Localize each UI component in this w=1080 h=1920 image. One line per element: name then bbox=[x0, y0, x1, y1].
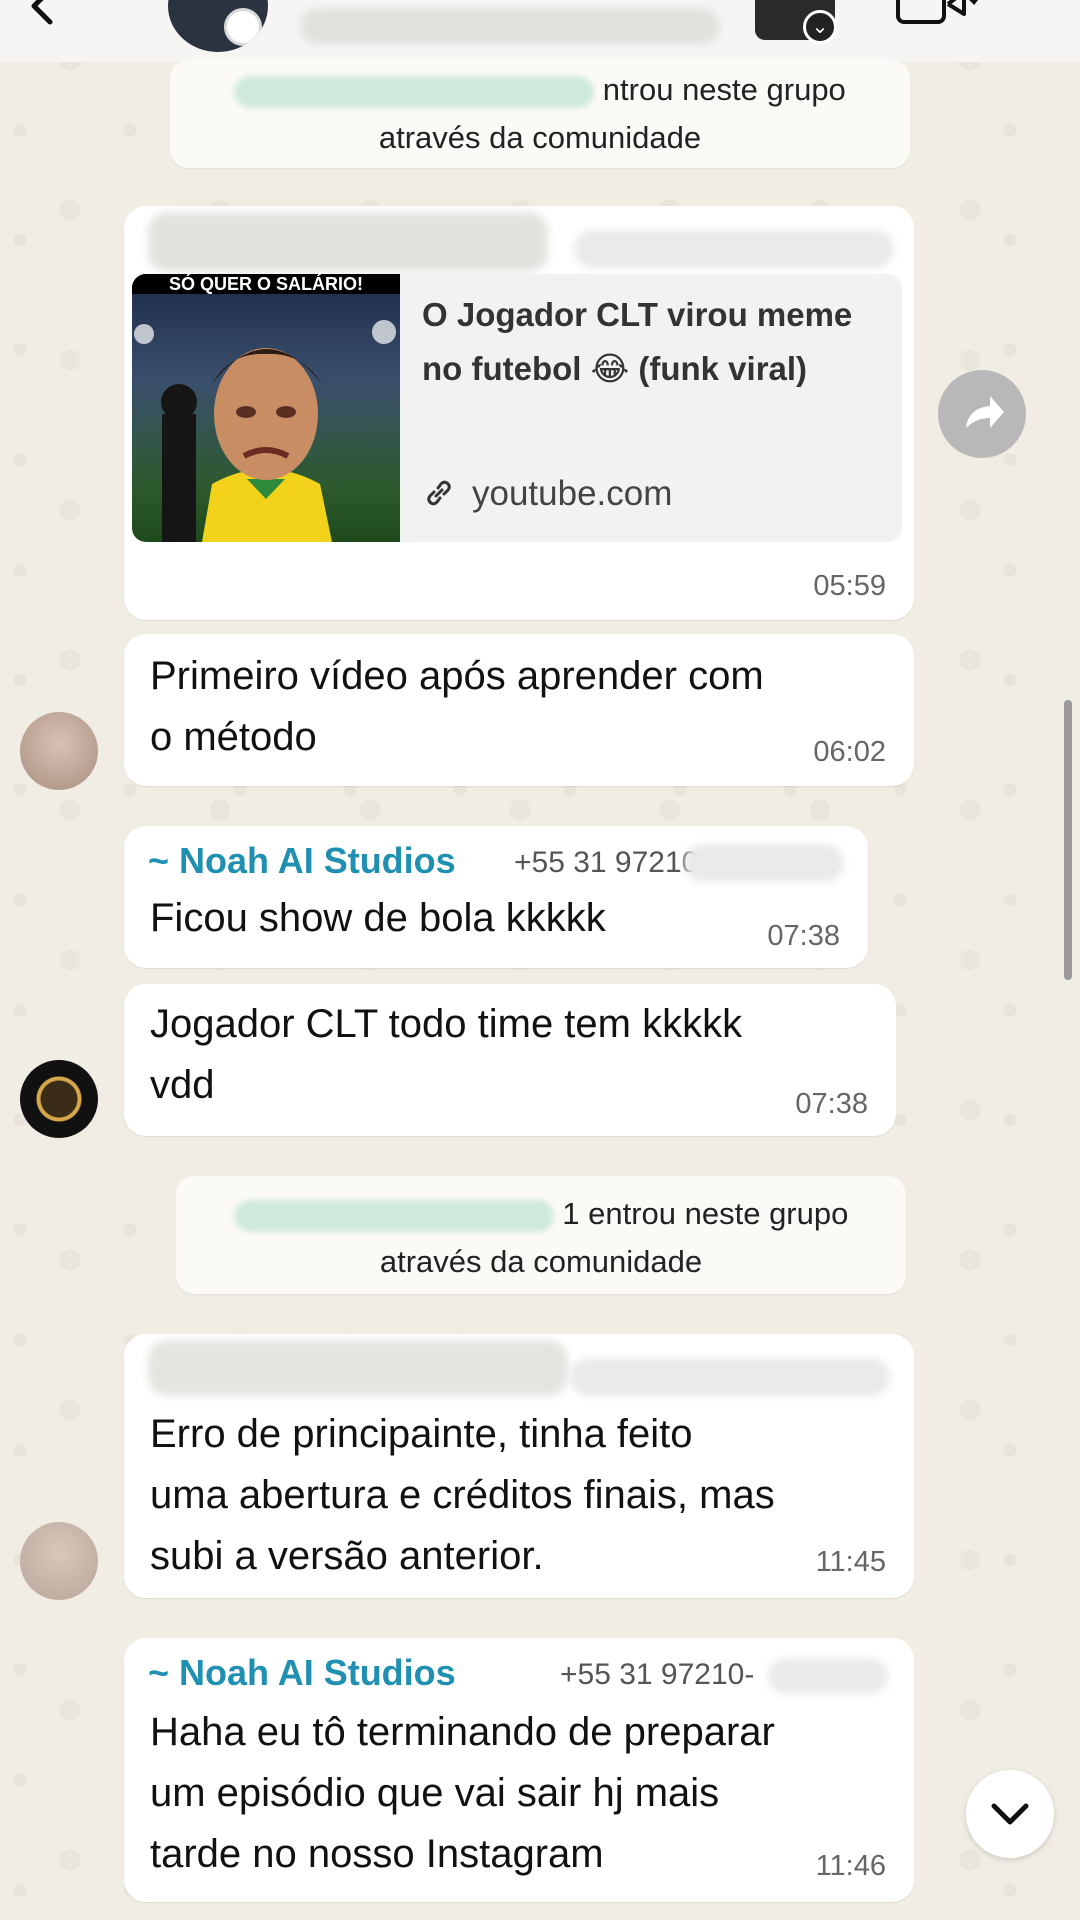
forward-icon bbox=[966, 396, 1004, 428]
chevron-left-icon[interactable] bbox=[22, 0, 62, 26]
thumbnail-image: SÓ QUER O SALÁRIO! bbox=[132, 274, 400, 542]
redacted-phone bbox=[684, 844, 844, 882]
message-bubble[interactable]: ~ Noah AI Studios +55 31 97210- Haha eu … bbox=[124, 1638, 914, 1902]
message-line: o método bbox=[150, 715, 317, 759]
message-line: Erro de principainte, tinha feito bbox=[150, 1412, 693, 1456]
avatar[interactable] bbox=[20, 712, 98, 790]
link-preview[interactable]: SÓ QUER O SALÁRIO! O Jogador CLT virou m… bbox=[132, 274, 902, 542]
system-message-line2: através da comunidade bbox=[379, 1244, 703, 1279]
chat-header: ⌄ bbox=[0, 0, 1080, 62]
sender-phone: +55 31 97210 bbox=[514, 846, 699, 879]
link-icon bbox=[427, 480, 451, 506]
message-text: Haha eu tô terminando de preparar um epi… bbox=[150, 1702, 775, 1885]
system-message-joined: ntrou neste grupo através da comunidade bbox=[170, 60, 910, 168]
message-time: 05:59 bbox=[813, 570, 886, 602]
message-text: Primeiro vídeo após aprender com o métod… bbox=[150, 646, 764, 768]
thumbnail-caption: SÓ QUER O SALÁRIO! bbox=[169, 274, 363, 294]
system-message-joined: 1 entrou neste grupo através da comunida… bbox=[176, 1176, 906, 1294]
message-line: vdd bbox=[150, 1063, 215, 1107]
redacted-sender bbox=[148, 1340, 568, 1396]
forward-button[interactable] bbox=[938, 370, 1026, 458]
chevron-down-icon: ⌄ bbox=[803, 10, 837, 44]
scroll-to-bottom-button[interactable] bbox=[966, 1770, 1054, 1858]
redacted-phone bbox=[574, 230, 894, 268]
message-line: Haha eu tô terminando de preparar bbox=[150, 1710, 775, 1754]
redacted-phone bbox=[234, 75, 595, 108]
link-title[interactable]: O Jogador CLT virou meme no futebol 😂 (f… bbox=[422, 288, 882, 396]
message-text: Ficou show de bola kkkkk bbox=[150, 896, 606, 940]
message-bubble[interactable]: Jogador CLT todo time tem kkkkk vdd 07:3… bbox=[124, 984, 896, 1136]
sender-name[interactable]: ~ Noah AI Studios bbox=[148, 840, 456, 882]
redacted-sender bbox=[148, 212, 548, 272]
message-line: tarde no nosso Instagram bbox=[150, 1832, 604, 1876]
system-message-text: ntrou neste grupo bbox=[602, 72, 846, 107]
scrollbar[interactable] bbox=[1064, 700, 1072, 980]
redacted-phone bbox=[570, 1358, 890, 1396]
group-avatar[interactable] bbox=[168, 0, 268, 52]
message-text: Jogador CLT todo time tem kkkkk vdd bbox=[150, 994, 742, 1116]
message-text: Erro de principainte, tinha feito uma ab… bbox=[150, 1404, 775, 1587]
message-line: subi a versão anterior. bbox=[150, 1534, 544, 1578]
message-line: Primeiro vídeo após aprender com bbox=[150, 654, 764, 698]
community-avatar[interactable]: ⌄ bbox=[755, 0, 837, 44]
message-line: uma abertura e créditos finais, mas bbox=[150, 1473, 775, 1517]
video-thumbnail[interactable]: SÓ QUER O SALÁRIO! bbox=[132, 274, 400, 542]
sender-phone: +55 31 97210- bbox=[560, 1658, 755, 1691]
message-bubble[interactable]: Primeiro vídeo após aprender com o métod… bbox=[124, 634, 914, 786]
system-message-text: 1 entrou neste grupo bbox=[562, 1196, 849, 1231]
avatar[interactable] bbox=[20, 1522, 98, 1600]
message-time: 06:02 bbox=[813, 736, 886, 768]
message-time: 11:45 bbox=[815, 1546, 886, 1578]
message-line: Jogador CLT todo time tem kkkkk bbox=[150, 1002, 743, 1046]
link-message-bubble[interactable]: SÓ QUER O SALÁRIO! O Jogador CLT virou m… bbox=[124, 206, 914, 620]
sender-name[interactable]: ~ Noah AI Studios bbox=[148, 1652, 456, 1694]
message-bubble[interactable]: ~ Noah AI Studios +55 31 97210 Ficou sho… bbox=[124, 826, 868, 968]
group-title-redacted[interactable] bbox=[300, 8, 720, 44]
message-bubble[interactable]: Erro de principainte, tinha feito uma ab… bbox=[124, 1334, 914, 1598]
chevron-down-icon bbox=[991, 1803, 1029, 1825]
message-time: 07:38 bbox=[767, 920, 840, 952]
message-line: um episódio que vai sair hj mais bbox=[150, 1771, 720, 1815]
message-time: 11:46 bbox=[815, 1850, 886, 1882]
message-time: 07:38 bbox=[795, 1088, 868, 1120]
system-message-line2: através da comunidade bbox=[378, 120, 702, 155]
link-domain[interactable]: youtube.com bbox=[472, 474, 672, 514]
system-message-line1: ntrou neste grupo bbox=[170, 66, 910, 114]
redacted-phone bbox=[233, 1199, 554, 1232]
avatar[interactable] bbox=[20, 1060, 98, 1138]
system-message-line1: 1 entrou neste grupo bbox=[176, 1190, 906, 1238]
video-call-icon[interactable] bbox=[896, 0, 980, 26]
redacted-phone bbox=[768, 1658, 888, 1694]
community-badge-icon bbox=[224, 8, 262, 46]
